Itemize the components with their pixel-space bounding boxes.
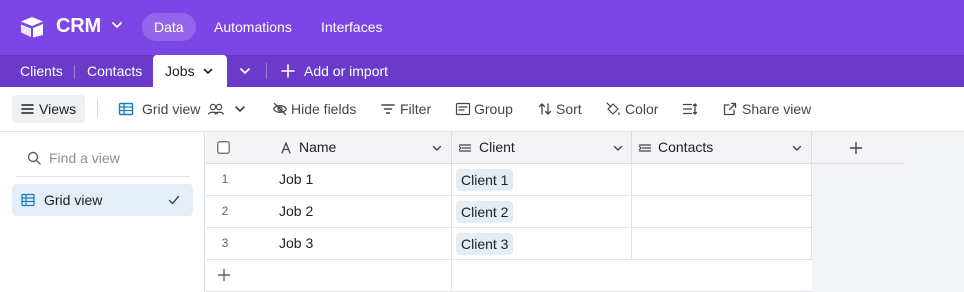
linked-record-icon: [458, 144, 472, 152]
add-record-row[interactable]: [206, 260, 812, 292]
menu-lines-icon: [21, 104, 34, 114]
sidebar-view-grid[interactable]: Grid view: [12, 184, 193, 216]
linked-record-icon: [638, 144, 652, 152]
table-tab-clients[interactable]: Clients: [20, 55, 63, 87]
divider: [16, 176, 190, 177]
chevron-down-icon[interactable]: [233, 101, 247, 117]
chevron-down-icon[interactable]: [431, 142, 443, 154]
checkmark-icon: [168, 195, 180, 205]
row-primary-cell[interactable]: 3 Job 3: [206, 228, 452, 259]
airtable-logo-icon[interactable]: [19, 16, 45, 38]
external-share-icon: [723, 102, 737, 116]
add-or-import-button[interactable]: Add or import: [304, 55, 388, 87]
find-view-input[interactable]: [49, 146, 189, 170]
add-field-button[interactable]: [812, 132, 905, 164]
grid-view: Name Client Contacts 1 Job 1 Client 1 2 …: [206, 132, 964, 292]
views-toggle-button[interactable]: Views: [12, 95, 85, 123]
color-button[interactable]: Color: [625, 87, 658, 131]
filter-icon: [381, 104, 395, 114]
plus-icon: [217, 268, 231, 282]
view-toolbar: Views Grid view Hide fields Filter Group…: [0, 87, 964, 132]
row-height-icon[interactable]: [682, 101, 698, 117]
tab-divider: [266, 63, 267, 79]
table-tabs-bar: Clients Contacts Jobs Add or import: [0, 55, 964, 87]
eye-slash-icon: [272, 102, 288, 116]
chevron-down-icon[interactable]: [612, 142, 624, 154]
chevron-down-icon[interactable]: [791, 142, 803, 154]
column-header-contacts[interactable]: Contacts: [658, 132, 713, 163]
grid-header-row: Name Client Contacts: [206, 132, 905, 164]
sort-icon: [538, 103, 552, 115]
plus-icon: [849, 141, 863, 155]
table-row[interactable]: 2 Job 2 Client 2: [206, 196, 812, 228]
contacts-cell[interactable]: [632, 228, 812, 259]
row-number: 3: [221, 236, 229, 250]
linked-record-chip[interactable]: Client 3: [456, 233, 514, 255]
header-contacts-cell: Contacts: [632, 132, 812, 164]
table-row[interactable]: 3 Job 3 Client 3: [206, 228, 812, 260]
column-header-client[interactable]: Client: [479, 132, 515, 163]
contacts-cell[interactable]: [632, 164, 812, 195]
grid-view-icon: [21, 193, 35, 207]
nav-tab-interfaces[interactable]: Interfaces: [309, 13, 394, 41]
linked-record-chip[interactable]: Client 2: [456, 201, 514, 223]
header-client-cell: Client: [452, 132, 632, 164]
paint-bucket-icon: [606, 102, 620, 115]
views-label: Views: [39, 101, 77, 117]
chevron-down-icon[interactable]: [202, 65, 214, 77]
hide-fields-button[interactable]: Hide fields: [291, 87, 356, 131]
base-name[interactable]: CRM: [56, 15, 101, 38]
linked-record-chip[interactable]: Client 1: [456, 169, 514, 191]
app-header: CRM Data Automations Interfaces: [0, 0, 964, 55]
row-number: 1: [221, 172, 229, 186]
text-a-icon: [281, 142, 291, 154]
collaborators-icon[interactable]: [207, 101, 225, 117]
table-tab-contacts[interactable]: Contacts: [87, 55, 142, 87]
row-number: 2: [221, 204, 229, 218]
name-cell[interactable]: Job 2: [279, 196, 313, 227]
sort-button[interactable]: Sort: [556, 87, 582, 131]
nav-tab-automations[interactable]: Automations: [202, 13, 304, 41]
client-cell[interactable]: Client 2: [452, 196, 632, 227]
row-primary-cell[interactable]: 2 Job 2: [206, 196, 452, 227]
group-icon: [455, 102, 471, 116]
filter-button[interactable]: Filter: [400, 87, 431, 131]
chevron-down-icon[interactable]: [110, 18, 124, 32]
row-primary-cell[interactable]: 1 Job 1: [206, 164, 452, 195]
table-tab-jobs[interactable]: Jobs: [153, 55, 227, 87]
current-view-name[interactable]: Grid view: [142, 87, 200, 131]
name-cell[interactable]: Job 1: [279, 164, 313, 195]
plus-icon[interactable]: [280, 63, 296, 79]
nav-tab-data[interactable]: Data: [142, 13, 196, 41]
search-icon: [27, 151, 41, 165]
views-sidebar: Grid view: [0, 132, 205, 292]
column-header-name[interactable]: Name: [299, 132, 336, 163]
name-cell[interactable]: Job 3: [279, 228, 313, 259]
group-button[interactable]: Group: [474, 87, 513, 131]
all-tables-chevron-icon[interactable]: [238, 64, 252, 78]
contacts-cell[interactable]: [632, 196, 812, 227]
select-all-checkbox[interactable]: [217, 141, 230, 154]
header-primary-cell: Name: [206, 132, 452, 164]
table-tab-label: Jobs: [165, 63, 195, 79]
client-cell[interactable]: Client 1: [452, 164, 632, 195]
grid-view-icon: [118, 102, 134, 116]
toolbar-divider: [97, 100, 98, 118]
client-cell[interactable]: Client 3: [452, 228, 632, 259]
share-view-button[interactable]: Share view: [742, 87, 811, 131]
add-record-cell[interactable]: [206, 260, 452, 291]
sidebar-view-label: Grid view: [44, 192, 103, 208]
table-row[interactable]: 1 Job 1 Client 1: [206, 164, 812, 196]
tab-divider: [74, 65, 75, 79]
